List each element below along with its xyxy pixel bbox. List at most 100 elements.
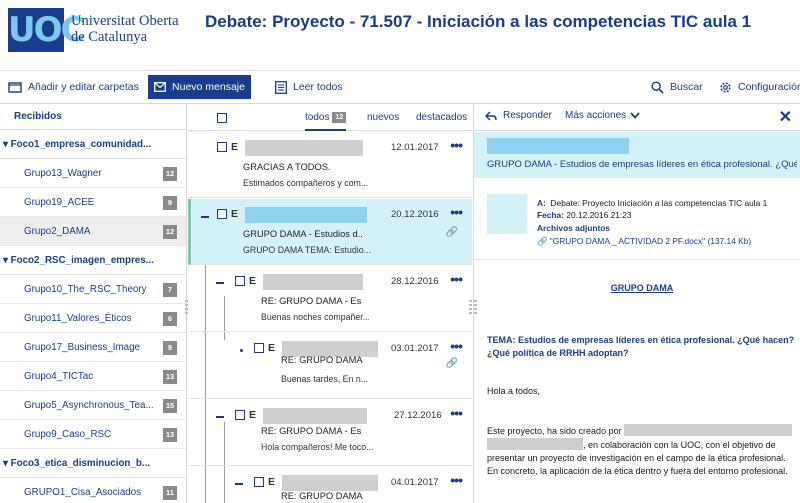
message-row[interactable]: E 03.01.2017 ••• RE: GRUPO DAMA... Buena… <box>188 333 472 399</box>
message-checkbox[interactable] <box>235 276 245 286</box>
more-options-icon[interactable]: ••• <box>450 406 463 420</box>
more-options-icon[interactable]: ••• <box>450 138 463 152</box>
more-options-icon[interactable]: ••• <box>450 205 463 219</box>
folder-icon <box>8 82 22 93</box>
attachment-link[interactable]: 🔗 "GRUPO DAMA _ ACTIVIDAD 2 PF.docx" (13… <box>537 236 751 247</box>
message-checkbox[interactable] <box>254 343 264 353</box>
select-all-checkbox[interactable] <box>217 113 227 123</box>
avatar <box>487 194 527 234</box>
add-edit-folders-button[interactable]: Añadir y editar carpetas <box>8 76 139 98</box>
message-checkbox[interactable] <box>235 410 245 420</box>
sidebar-item-grupo5[interactable]: Grupo5_Asynchronous_Tea... 15 <box>0 391 186 420</box>
sidebar-item-label: Grupo4_TICTac <box>24 371 94 382</box>
message-row[interactable]: E 12.01.2017 ••• GRACIAS A TODOS. Estima… <box>188 132 472 198</box>
unread-count-badge: 13 <box>163 428 177 442</box>
sidebar-item-grupo9[interactable]: Grupo9_Caso_RSC 13 <box>0 420 186 449</box>
sender-name-redacted <box>245 207 367 223</box>
message-meta: A: Debate: Proyecto Iniciación a las com… <box>474 178 800 260</box>
app-header: UOC Universitat Oberta de Catalunya Deba… <box>0 0 800 62</box>
message-date: 27.12.2016 <box>394 410 442 421</box>
more-actions-label: Más acciones <box>565 110 627 121</box>
unread-count-badge: 6 <box>163 312 177 326</box>
reply-icon <box>485 110 497 121</box>
attachment-icon: 🔗 <box>445 358 458 369</box>
settings-label: Configuración <box>738 81 800 93</box>
reader-toolbar: Responder Más acciones ✕ <box>474 104 800 131</box>
tab-all-label: todos <box>305 112 330 123</box>
body-topic: TEMA: Estudios de empresas líderes en ét… <box>487 335 795 358</box>
sidebar-item-grupo4[interactable]: Grupo4_TICTac 13 <box>0 362 186 391</box>
sidebar-focus-1[interactable]: ▾ Foco1_empresa_comunidad... <box>0 130 186 159</box>
sidebar-focus-3[interactable]: ▾ Foco3_etica_disminucion_b... <box>0 449 186 478</box>
sender-name-redacted <box>263 274 363 290</box>
sender-initial: E <box>231 141 239 153</box>
close-icon[interactable]: ✕ <box>779 107 792 127</box>
chevron-down-icon: ▾ <box>3 139 11 150</box>
sidebar-item-grupo11[interactable]: Grupo11_Valores_Éticos 6 <box>0 304 186 333</box>
sidebar-item-label: Grupo2_DAMA <box>24 226 91 237</box>
tab-all[interactable]: todos 12 <box>305 104 347 131</box>
message-preview: GRUPO DAMA TEMA: Estudio... <box>243 245 371 255</box>
sidebar-item-grupo10[interactable]: Grupo10_The_RSC_Theory 7 <box>0 275 186 304</box>
search-button[interactable]: Buscar <box>651 76 703 98</box>
settings-button[interactable]: Configuración <box>719 76 800 98</box>
sidebar-item-label: Grupo9_Caso_RSC <box>24 429 112 440</box>
sender-initial: E <box>249 409 257 421</box>
more-options-icon[interactable]: ••• <box>450 473 463 487</box>
uoc-logo[interactable]: UOC <box>8 8 85 52</box>
chevron-down-icon <box>630 112 640 119</box>
to-label: A: <box>537 198 546 208</box>
sidebar-item-grupo1[interactable]: GRUPO1_Cisa_Asociados 11 <box>0 478 186 503</box>
unread-count-badge: 12 <box>163 167 177 181</box>
tab-featured[interactable]: destacados <box>416 104 467 131</box>
sidebar-item-grupo2[interactable]: Grupo2_DAMA 12 <box>0 217 186 246</box>
message-date: 28.12.2016 <box>391 276 439 287</box>
message-list-header: todos 12 nuevos destacados <box>188 104 472 131</box>
sidebar-item-label: Grupo5_Asynchronous_Tea... <box>24 400 154 411</box>
attachment-icon: 🔗 <box>445 227 458 238</box>
message-preview: Buenas tardes, En n... <box>281 374 369 384</box>
collapse-thread-icon[interactable] <box>235 483 243 485</box>
sender-name-redacted <box>263 408 367 424</box>
message-row[interactable]: E 27.12.2016 ••• RE: GRUPO DAMA - Es... … <box>188 400 472 466</box>
collapse-thread-icon[interactable] <box>216 282 224 284</box>
message-checkbox[interactable] <box>254 477 264 487</box>
collapse-thread-icon[interactable] <box>201 216 209 218</box>
message-row[interactable]: E 20.12.2016 ••• GRUPO DAMA - Estudios d… <box>188 199 472 265</box>
collapse-thread-icon[interactable] <box>216 416 224 418</box>
more-actions-dropdown[interactable]: Más acciones <box>565 110 640 121</box>
message-row[interactable]: E 04.01.2017 ••• RE: GRUPO DAMA... <box>188 467 472 503</box>
sidebar-item-grupo13[interactable]: Grupo13_Wagner 12 <box>0 159 186 188</box>
list-resize-handle[interactable] <box>469 300 472 316</box>
chevron-down-icon: ▾ <box>3 458 11 469</box>
new-message-label: Nuevo mensaje <box>172 81 245 93</box>
message-subject: RE: GRUPO DAMA... <box>281 491 363 501</box>
new-message-button[interactable]: Nuevo mensaje <box>148 75 251 99</box>
more-options-icon[interactable]: ••• <box>450 272 463 286</box>
reader-resize-handle[interactable] <box>474 300 477 316</box>
paperclip-icon: 🔗 <box>537 236 548 246</box>
sidebar-item-grupo19[interactable]: Grupo19_ACEE 9 <box>0 188 186 217</box>
sidebar-focus-2[interactable]: ▾ Foco2_RSC_imagen_empres... <box>0 246 186 275</box>
envelope-icon <box>154 82 166 92</box>
body-title: GRUPO DAMA <box>610 283 674 293</box>
reply-label: Responder <box>503 110 552 121</box>
read-list-icon <box>275 80 287 94</box>
message-date: 04.01.2017 <box>391 477 439 488</box>
sender-initial: E <box>268 476 276 488</box>
search-icon <box>651 80 664 94</box>
tab-all-count: 12 <box>332 112 347 123</box>
sidebar-item-grupo17[interactable]: Grupo17_Business_Image 9 <box>0 333 186 362</box>
sidebar-focus-label: Foco2_RSC_imagen_empres... <box>10 255 154 266</box>
message-checkbox[interactable] <box>217 209 227 219</box>
message-checkbox[interactable] <box>217 142 227 152</box>
read-all-button[interactable]: Leer todos <box>275 76 343 98</box>
more-options-icon[interactable]: ••• <box>450 339 463 353</box>
tab-new[interactable]: nuevos <box>367 104 399 131</box>
inbox-header[interactable]: Recibidos <box>0 104 186 130</box>
sidebar-item-label: Grupo11_Valores_Éticos <box>24 313 132 324</box>
message-date: 12.01.2017 <box>391 142 439 153</box>
sidebar-item-label: Grupo13_Wagner <box>24 168 102 179</box>
message-row[interactable]: E 28.12.2016 ••• RE: GRUPO DAMA - Es... … <box>188 266 472 332</box>
reply-button[interactable]: Responder <box>485 110 552 121</box>
